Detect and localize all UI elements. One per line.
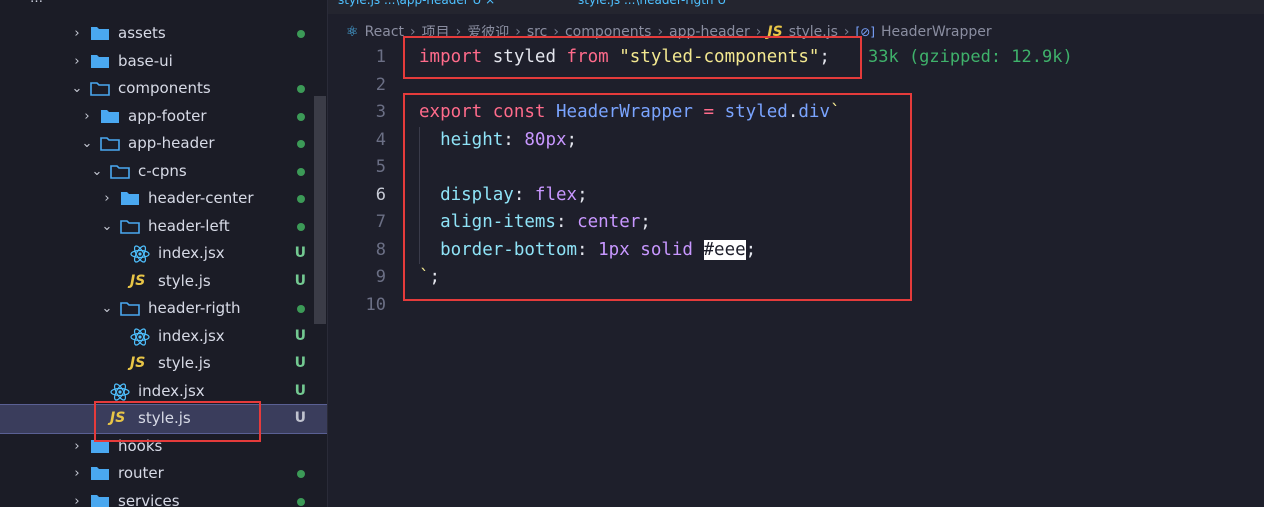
breadcrumb-item[interactable]: React bbox=[365, 24, 404, 40]
tree-file[interactable]: JS style.js U bbox=[0, 268, 327, 296]
tree-folder[interactable]: › router bbox=[0, 460, 327, 488]
folder-open-icon bbox=[120, 301, 140, 316]
untracked-badge: U bbox=[294, 382, 306, 399]
git-modified-dot bbox=[297, 305, 305, 313]
tree-item-label: style.js bbox=[158, 271, 211, 290]
git-modified-dot bbox=[297, 85, 305, 93]
git-modified-dot bbox=[297, 470, 305, 478]
tree-item-label: app-header bbox=[128, 134, 215, 152]
untracked-badge: U bbox=[294, 410, 306, 426]
tree-folder[interactable]: › header-center bbox=[0, 185, 327, 213]
chevron-right-icon[interactable]: › bbox=[70, 433, 84, 461]
tree-item-label: app-footer bbox=[128, 106, 207, 125]
chevron-right-icon[interactable]: › bbox=[70, 20, 84, 48]
js-file-icon: JS bbox=[130, 272, 146, 289]
untracked-badge: U bbox=[294, 355, 306, 371]
tree-folder[interactable]: › base-ui bbox=[0, 48, 327, 76]
git-modified-dot bbox=[297, 222, 305, 231]
line-number: 8 bbox=[375, 239, 386, 260]
chevron-right-icon[interactable]: › bbox=[70, 460, 84, 488]
tree-item-label: header-left bbox=[148, 216, 230, 235]
react-file-icon bbox=[130, 244, 150, 263]
tree-item-label: base-ui bbox=[118, 51, 173, 70]
tree-item-label: router bbox=[118, 464, 164, 482]
tree-item-label: header-center bbox=[148, 189, 254, 207]
breadcrumb-item[interactable]: HeaderWrapper bbox=[881, 24, 992, 40]
line-number: 6 bbox=[375, 184, 386, 205]
tab-style-header-rigth[interactable]: style.js ...\header-rigth U bbox=[578, 0, 726, 14]
folder-icon bbox=[90, 466, 110, 481]
git-modified-dot bbox=[297, 140, 305, 148]
editor-tab-bar: style.js ...\app-header U × style.js ...… bbox=[328, 0, 1264, 14]
tree-file[interactable]: index.jsx U bbox=[0, 323, 327, 351]
tree-item-label: components bbox=[118, 79, 211, 97]
tree-folder[interactable]: › app-footer bbox=[0, 103, 327, 131]
line-number: 5 bbox=[375, 157, 386, 177]
git-modified-dot bbox=[297, 167, 305, 176]
import-cost-hint: 33k (gzipped: 12.9k) bbox=[868, 47, 1073, 67]
git-modified-dot bbox=[297, 497, 305, 506]
untracked-badge: U bbox=[294, 272, 306, 289]
tree-file[interactable]: index.jsx U bbox=[0, 240, 327, 268]
chevron-right-icon[interactable]: › bbox=[70, 48, 84, 76]
chevron-right-icon[interactable]: › bbox=[80, 103, 94, 131]
tree-folder[interactable]: › services bbox=[0, 488, 327, 507]
highlight-box-style-file bbox=[94, 401, 261, 442]
git-modified-dot bbox=[297, 195, 305, 203]
react-icon: ⚛ bbox=[346, 24, 359, 40]
tree-item-label: header-rigth bbox=[148, 299, 241, 317]
tree-item-label: services bbox=[118, 491, 180, 507]
line-number: 3 bbox=[375, 102, 386, 122]
folder-open-icon bbox=[120, 219, 140, 234]
highlight-box-import bbox=[403, 36, 862, 79]
js-file-icon: JS bbox=[130, 355, 146, 371]
tree-folder[interactable]: ⌄ c-cpns bbox=[0, 158, 327, 186]
chevron-down-icon[interactable]: ⌄ bbox=[80, 130, 94, 158]
tree-folder[interactable]: ⌄ header-rigth bbox=[0, 295, 327, 323]
line-number: 9 bbox=[375, 267, 386, 287]
tab-style-app-header[interactable]: style.js ...\app-header U × bbox=[338, 0, 495, 14]
explorer-scrollbar[interactable] bbox=[314, 96, 326, 324]
line-number: 2 bbox=[375, 74, 386, 95]
line-number: 4 bbox=[375, 129, 386, 150]
line-number: 7 bbox=[375, 212, 386, 232]
tree-item-label: index.jsx bbox=[158, 326, 225, 345]
folder-icon bbox=[90, 494, 110, 507]
tree-folder[interactable]: › assets bbox=[0, 20, 327, 48]
chevron-right-icon[interactable]: › bbox=[70, 488, 84, 507]
chevron-down-icon[interactable]: ⌄ bbox=[100, 295, 114, 323]
code-editor[interactable]: 1 2 3 4 5 6 7 8 9 10 import styled from "styled-c… bbox=[328, 36, 1264, 507]
git-modified-dot bbox=[297, 112, 305, 121]
untracked-badge: U bbox=[294, 245, 306, 261]
chevron-down-icon[interactable]: ⌄ bbox=[100, 213, 114, 241]
chevron-down-icon[interactable]: ⌄ bbox=[70, 75, 84, 103]
folder-icon bbox=[120, 191, 140, 206]
highlight-box-styled-component bbox=[403, 93, 912, 301]
tree-item-label: style.js bbox=[158, 354, 211, 372]
tree-item-label: index.jsx bbox=[158, 244, 225, 262]
tree-folder[interactable]: ⌄ components bbox=[0, 75, 327, 103]
line-number: 10 bbox=[365, 294, 386, 315]
chevron-right-icon[interactable]: › bbox=[100, 185, 114, 213]
untracked-badge: U bbox=[294, 327, 306, 344]
react-file-icon bbox=[110, 382, 130, 401]
folder-open-icon bbox=[100, 136, 120, 151]
tree-item-label: assets bbox=[118, 24, 166, 42]
folder-open-icon bbox=[110, 164, 130, 179]
git-modified-dot bbox=[297, 30, 305, 38]
folder-icon bbox=[90, 26, 110, 41]
folder-icon bbox=[100, 109, 120, 124]
react-file-icon bbox=[130, 327, 150, 346]
folder-icon bbox=[90, 54, 110, 69]
folder-open-icon bbox=[90, 81, 110, 96]
tree-item-label: c-cpns bbox=[138, 161, 187, 180]
chevron-down-icon[interactable]: ⌄ bbox=[90, 158, 104, 186]
line-number: 1 bbox=[375, 47, 386, 67]
tree-folder[interactable]: ⌄ header-left bbox=[0, 213, 327, 241]
tree-folder[interactable]: ⌄ app-header bbox=[0, 130, 327, 158]
tree-file[interactable]: JS style.js U bbox=[0, 350, 327, 378]
explorer-header: … bbox=[0, 0, 327, 8]
explorer-title: … bbox=[30, 0, 43, 6]
